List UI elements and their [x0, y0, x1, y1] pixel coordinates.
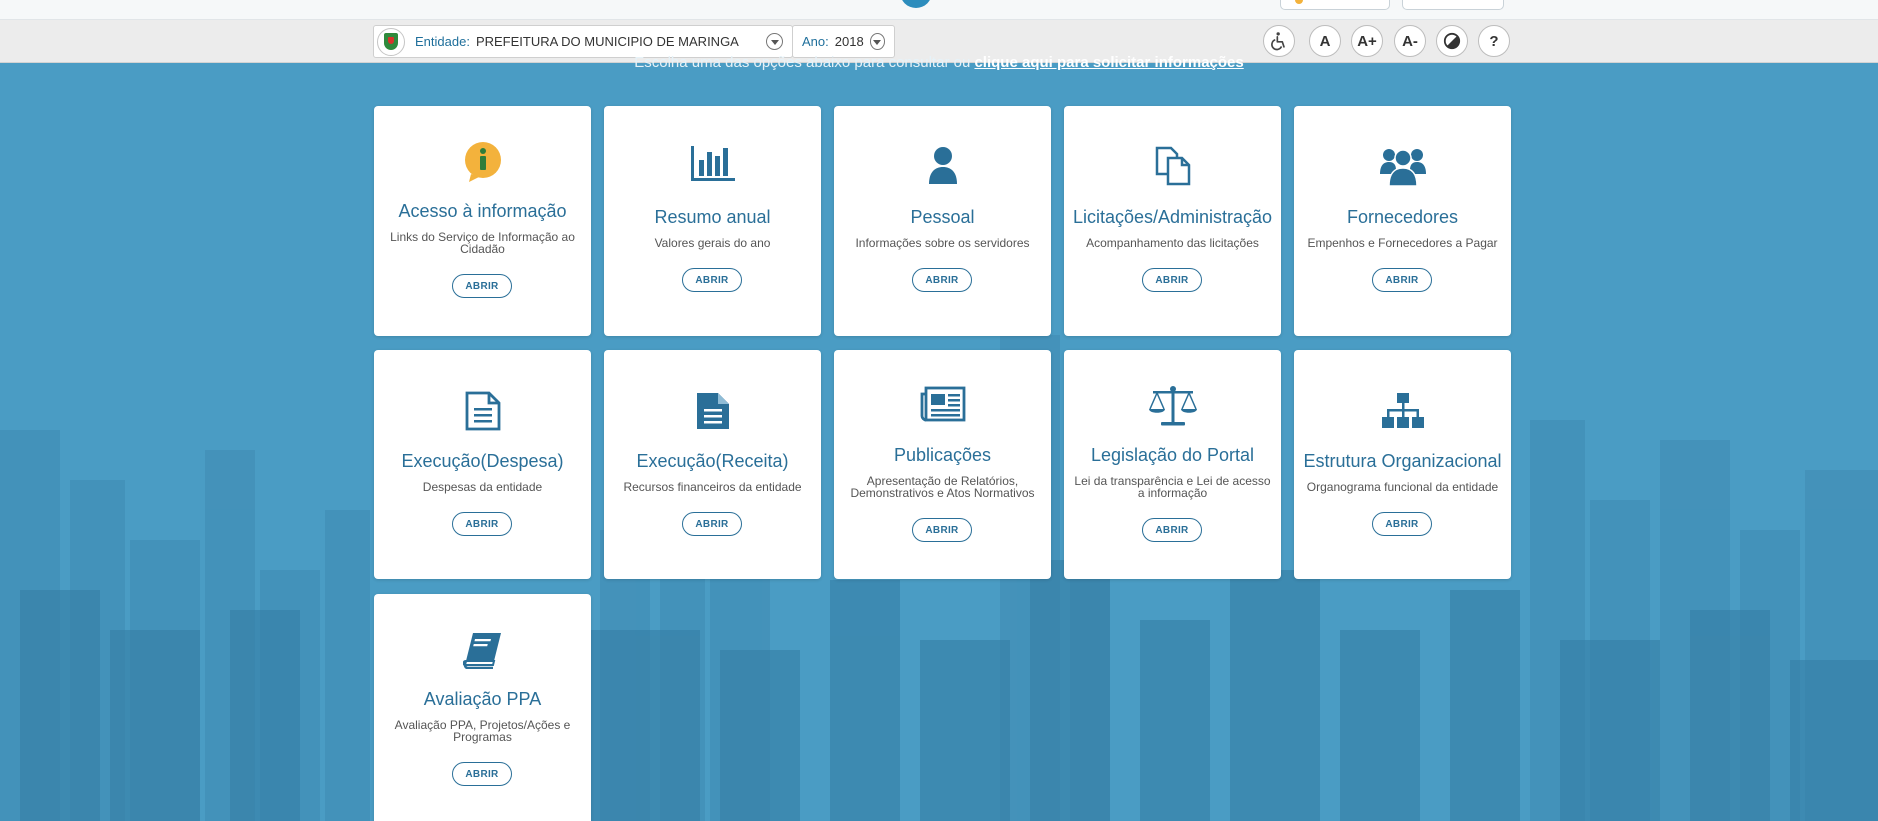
contrast-icon	[1443, 32, 1461, 50]
chevron-down-icon[interactable]	[869, 33, 885, 50]
top-button-1[interactable]	[1280, 0, 1390, 10]
open-button[interactable]: ABRIR	[452, 512, 512, 536]
open-button[interactable]: ABRIR	[1142, 268, 1202, 292]
open-button[interactable]: ABRIR	[452, 762, 512, 786]
card-estrutura-organizacional[interactable]: Estrutura Organizacional Organograma fun…	[1294, 350, 1511, 579]
portal-logo[interactable]	[900, 0, 932, 8]
font-normal-button[interactable]: A	[1309, 25, 1341, 57]
card-fornecedores[interactable]: Fornecedores Empenhos e Fornecedores a P…	[1294, 106, 1511, 336]
card-description: Valores gerais do ano	[654, 236, 771, 250]
help-button[interactable]: ?	[1478, 25, 1510, 57]
contrast-button[interactable]	[1436, 25, 1468, 57]
card-title: Acesso à informação	[398, 201, 567, 221]
card-title: Execução(Receita)	[636, 451, 789, 471]
card-title: Execução(Despesa)	[401, 451, 564, 471]
card-legislacao-portal[interactable]: Legislação do Portal Lei da transparênci…	[1064, 350, 1281, 579]
open-button[interactable]: ABRIR	[912, 518, 972, 542]
entity-value: PREFEITURA DO MUNICIPIO DE MARINGA	[475, 34, 739, 49]
card-description: Links do Serviço de Informação ao Cidadã…	[390, 230, 575, 256]
document-outline-icon	[465, 391, 500, 431]
card-title: Estrutura Organizacional	[1303, 451, 1502, 471]
request-info-link[interactable]: clique aqui para solicitar informações	[974, 54, 1243, 71]
wheelchair-icon	[1271, 32, 1285, 51]
open-button[interactable]: ABRIR	[682, 512, 742, 536]
font-increase-button[interactable]: A+	[1351, 25, 1383, 57]
bar-chart-icon	[690, 146, 735, 181]
card-description: Despesas da entidade	[422, 480, 543, 494]
card-description: Informações sobre os servidores	[855, 236, 1030, 250]
card-title: Fornecedores	[1346, 207, 1459, 227]
card-description: Organograma funcional da entidade	[1306, 480, 1499, 494]
font-decrease-button[interactable]: A-	[1394, 25, 1426, 57]
card-avaliacao-ppa[interactable]: Avaliação PPA Avaliação PPA, Projetos/Aç…	[374, 594, 591, 821]
info-icon	[464, 142, 501, 182]
card-resumo-anual[interactable]: Resumo anual Valores gerais do ano ABRIR	[604, 106, 821, 336]
document-filled-icon	[696, 393, 729, 429]
open-button[interactable]: ABRIR	[1372, 512, 1432, 536]
card-title: Resumo anual	[654, 207, 771, 227]
card-title: Avaliação PPA	[423, 689, 542, 709]
open-button[interactable]: ABRIR	[1372, 268, 1432, 292]
card-pessoal[interactable]: Pessoal Informações sobre os servidores …	[834, 106, 1051, 336]
intro-text-prefix: Escolha uma das opções abaixo para consu…	[634, 54, 975, 71]
book-icon	[462, 633, 501, 669]
open-button[interactable]: ABRIR	[912, 268, 972, 292]
intro-text: Escolha uma das opções abaixo para consu…	[0, 54, 1878, 72]
card-acesso-informacao[interactable]: Acesso à informação Links do Serviço de …	[374, 106, 591, 336]
open-button[interactable]: ABRIR	[452, 274, 512, 298]
open-button[interactable]: ABRIR	[682, 268, 742, 292]
card-title: Publicações	[893, 445, 992, 465]
org-chart-icon	[1381, 393, 1424, 428]
scales-icon	[1148, 386, 1197, 426]
card-description: Acompanhamento das licitações	[1086, 236, 1259, 250]
group-icon	[1379, 149, 1426, 186]
card-title: Pessoal	[910, 207, 975, 227]
municipal-crest-icon	[377, 27, 405, 56]
accessibility-button[interactable]	[1263, 25, 1295, 57]
entity-label: Entidade:	[415, 34, 470, 49]
newspaper-icon	[920, 386, 965, 422]
chevron-down-icon[interactable]	[766, 33, 783, 50]
open-button[interactable]: ABRIR	[1142, 518, 1202, 542]
card-description: Recursos financeiros da entidade	[623, 480, 802, 494]
card-licitacoes-administracao[interactable]: Licitações/Administração Acompanhamento …	[1064, 106, 1281, 336]
card-publicacoes[interactable]: Publicações Apresentação de Relatórios, …	[834, 350, 1051, 579]
card-execucao-despesa[interactable]: Execução(Despesa) Despesas da entidade A…	[374, 350, 591, 579]
year-value: 2018	[834, 34, 864, 49]
top-strip	[0, 0, 1878, 20]
year-label: Ano:	[802, 34, 829, 49]
top-button-2[interactable]	[1402, 0, 1504, 10]
card-description: Avaliação PPA, Projetos/Ações e Programa…	[394, 718, 571, 744]
card-description: Lei da transparência e Lei de acesso a i…	[1074, 474, 1271, 500]
card-execucao-receita[interactable]: Execução(Receita) Recursos financeiros d…	[604, 350, 821, 579]
person-icon	[928, 147, 957, 184]
card-title: Legislação do Portal	[1090, 445, 1255, 465]
card-title: Licitações/Administração	[1072, 207, 1273, 227]
card-description: Apresentação de Relatórios, Demonstrativ…	[850, 474, 1035, 500]
documents-icon	[1155, 146, 1190, 186]
card-description: Empenhos e Fornecedores a Pagar	[1307, 236, 1498, 250]
